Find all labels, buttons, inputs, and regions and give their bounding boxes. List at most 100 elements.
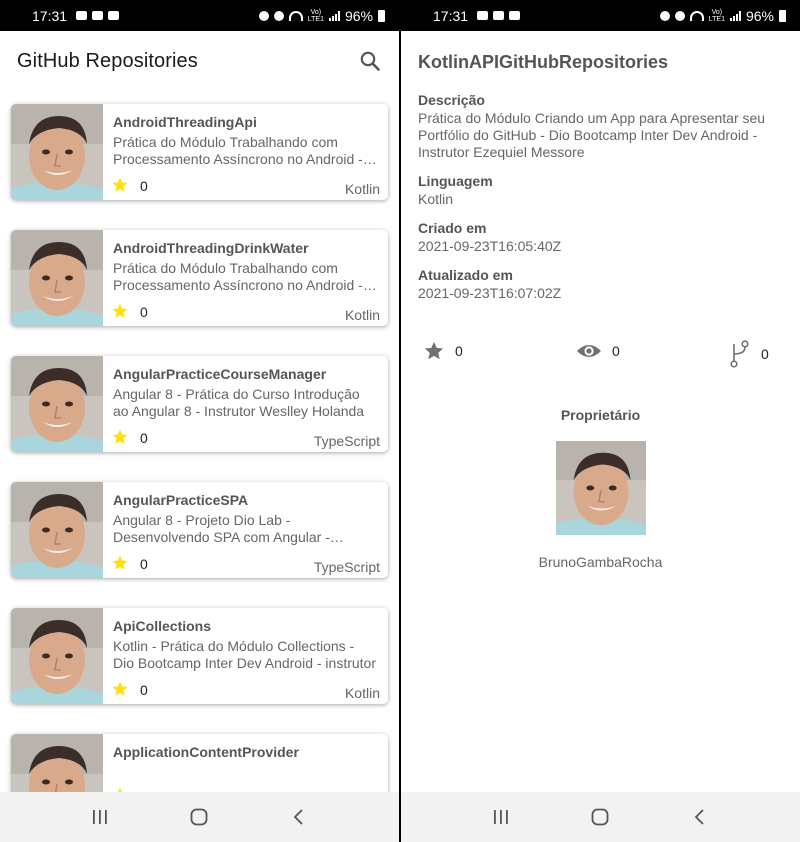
owner-avatar bbox=[11, 230, 103, 326]
owner-avatar bbox=[556, 441, 646, 535]
lock-icon bbox=[258, 10, 269, 21]
search-button[interactable] bbox=[358, 49, 382, 73]
repo-card-body: ApiCollections Kotlin - Prática do Módul… bbox=[103, 608, 388, 704]
owner-avatar bbox=[11, 608, 103, 704]
image-icon bbox=[108, 11, 120, 20]
forks-stat: 0 bbox=[729, 340, 769, 368]
repo-language: TypeScript bbox=[313, 559, 380, 575]
language-label: Linguagem bbox=[418, 173, 493, 189]
system-nav-bar bbox=[0, 792, 399, 842]
alarm-icon bbox=[273, 10, 284, 21]
back-icon bbox=[694, 809, 704, 825]
back-button[interactable] bbox=[287, 805, 311, 829]
stars-stat: 0 bbox=[423, 340, 463, 362]
battery-icon bbox=[779, 9, 786, 22]
repo-stars: 0 bbox=[140, 682, 148, 698]
repo-detail: KotlinAPIGitHubRepositories Descrição Pr… bbox=[401, 31, 800, 302]
repo-list-screen: 17:31 Vo) LTE1 96% GitHub Repositories A… bbox=[0, 0, 399, 842]
signal-icon bbox=[328, 10, 340, 21]
fork-icon bbox=[730, 340, 749, 368]
updated-value: 2021-09-23T16:07:02Z bbox=[418, 285, 562, 301]
repo-list[interactable]: AndroidThreadingApi Prática do Módulo Tr… bbox=[0, 91, 399, 793]
repo-detail-screen: 17:31 Vo) LTE1 96% KotlinAPIGitHubReposit… bbox=[401, 0, 800, 842]
repo-card[interactable]: AndroidThreadingDrinkWater Prática do Mó… bbox=[11, 230, 388, 326]
repo-language: Kotlin bbox=[344, 307, 380, 323]
updated-label: Atualizado em bbox=[418, 267, 513, 283]
repo-stars: 0 bbox=[140, 430, 148, 446]
repo-card-body: AndroidThreadingDrinkWater Prática do Mó… bbox=[103, 230, 388, 326]
owner-avatar bbox=[11, 482, 103, 578]
recent-apps-icon bbox=[92, 810, 107, 824]
signal-icon bbox=[729, 10, 741, 21]
back-button[interactable] bbox=[688, 805, 712, 829]
repo-card[interactable]: AngularPracticeSPA Angular 8 - Projeto D… bbox=[11, 482, 388, 578]
language-value: Kotlin bbox=[418, 191, 454, 207]
repo-stats: 0 0 0 bbox=[423, 340, 773, 372]
watchers-count: 0 bbox=[612, 343, 620, 359]
repo-stars: 0 bbox=[140, 304, 148, 320]
image-icon bbox=[509, 11, 521, 20]
repo-language: Kotlin bbox=[344, 685, 380, 701]
status-bar: 17:31 Vo) LTE1 96% bbox=[401, 0, 800, 31]
repo-card[interactable]: ApiCollections Kotlin - Prática do Módul… bbox=[11, 608, 388, 704]
repo-name: ApiCollections bbox=[113, 618, 212, 634]
star-icon bbox=[423, 340, 445, 362]
star-icon bbox=[111, 428, 129, 446]
message-icon bbox=[76, 11, 88, 20]
repo-card[interactable]: AngularPracticeCourseManager Angular 8 -… bbox=[11, 356, 388, 452]
stars-count: 0 bbox=[455, 343, 463, 359]
repo-description: Prática do Módulo Trabalhando com Proces… bbox=[113, 260, 363, 293]
wifi-icon bbox=[288, 10, 303, 21]
forks-count: 0 bbox=[761, 346, 769, 362]
battery-icon bbox=[378, 9, 385, 22]
owner-avatar bbox=[11, 104, 103, 200]
repo-name: AndroidThreadingDrinkWater bbox=[113, 240, 309, 256]
owner-name: BrunoGambaRocha bbox=[538, 554, 663, 570]
status-time: 17:31 bbox=[433, 7, 469, 24]
repo-card-body: AngularPracticeSPA Angular 8 - Projeto D… bbox=[103, 482, 388, 578]
repo-card[interactable]: AndroidThreadingApi Prática do Módulo Tr… bbox=[11, 104, 388, 200]
page-title: GitHub Repositories bbox=[17, 49, 198, 72]
repo-card-body: AngularPracticeCourseManager Angular 8 -… bbox=[103, 356, 388, 452]
repo-description: Angular 8 - Prática do Curso Introdução … bbox=[113, 386, 365, 419]
owner-label: Proprietário bbox=[560, 407, 641, 423]
home-icon bbox=[191, 808, 208, 826]
back-icon bbox=[293, 809, 303, 825]
repo-name: AngularPracticeCourseManager bbox=[113, 366, 327, 382]
repo-card-body: ApplicationContentProvider bbox=[103, 734, 388, 793]
alarm-icon bbox=[674, 10, 685, 21]
eye-icon bbox=[577, 345, 601, 357]
star-icon bbox=[111, 554, 129, 572]
repo-card-body: AndroidThreadingApi Prática do Módulo Tr… bbox=[103, 104, 388, 200]
created-value: 2021-09-23T16:05:40Z bbox=[418, 238, 562, 254]
repo-description: Angular 8 - Projeto Dio Lab - Desenvolve… bbox=[113, 512, 330, 545]
recent-apps-icon bbox=[493, 810, 508, 824]
recent-apps-button[interactable] bbox=[88, 805, 112, 829]
home-icon bbox=[592, 808, 609, 826]
repo-description: Kotlin - Prática do Módulo Collections -… bbox=[113, 638, 377, 671]
star-icon bbox=[111, 680, 129, 698]
home-button[interactable] bbox=[187, 805, 211, 829]
network-type: Vo) LTE1 bbox=[708, 8, 725, 23]
repo-stars: 0 bbox=[140, 178, 148, 194]
repo-description: Prática do Módulo Trabalhando com Proces… bbox=[113, 134, 363, 167]
network-type: Vo) LTE1 bbox=[307, 8, 324, 23]
repo-name: ApplicationContentProvider bbox=[113, 744, 299, 760]
created-label: Criado em bbox=[418, 220, 487, 236]
message-icon bbox=[477, 11, 489, 20]
status-time: 17:31 bbox=[32, 7, 68, 24]
star-icon bbox=[111, 302, 129, 320]
home-button[interactable] bbox=[588, 805, 612, 829]
repo-card[interactable]: ApplicationContentProvider bbox=[11, 734, 388, 793]
wifi-icon bbox=[689, 10, 704, 21]
repo-language: TypeScript bbox=[313, 433, 380, 449]
search-icon bbox=[360, 51, 380, 71]
star-icon bbox=[111, 176, 129, 194]
description-value: Prática do Módulo Criando um App para Ap… bbox=[418, 110, 766, 160]
repo-stars: 0 bbox=[140, 556, 148, 572]
recent-apps-button[interactable] bbox=[489, 805, 513, 829]
battery-percent: 96% bbox=[745, 7, 774, 24]
repo-name: AndroidThreadingApi bbox=[113, 114, 257, 130]
video-icon bbox=[493, 11, 505, 20]
app-bar: GitHub Repositories bbox=[0, 31, 399, 91]
